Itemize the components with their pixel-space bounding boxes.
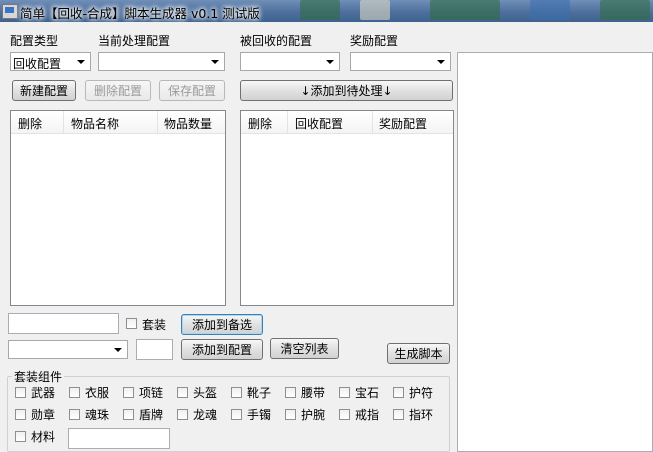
checkbox-label-dragon-soul: 龙魂 <box>193 408 218 422</box>
checkbox-label-belt: 腰带 <box>301 386 326 400</box>
checkbox-label-shield: 盾牌 <box>139 408 164 422</box>
background-decoration <box>530 0 570 20</box>
pending-list[interactable]: 删除 回收配置 奖励配置 <box>240 110 454 306</box>
column-header-item-quantity[interactable]: 物品数量 <box>164 115 212 132</box>
add-to-config-button[interactable]: 添加到配置 <box>181 339 263 360</box>
column-header-delete[interactable]: 删除 <box>248 115 272 132</box>
checkbox-medal[interactable] <box>15 409 26 420</box>
chevron-down-icon <box>114 348 122 352</box>
set-checkbox-label: 套装 <box>142 318 167 332</box>
set-checkbox[interactable] <box>126 318 137 329</box>
column-divider <box>63 111 64 133</box>
checkbox-finger-ring[interactable] <box>393 409 404 420</box>
background-decoration <box>430 0 500 20</box>
new-config-button[interactable]: 新建配置 <box>12 80 76 101</box>
config-type-select[interactable]: 回收配置 <box>10 52 91 71</box>
checkbox-label-amulet: 护符 <box>409 386 434 400</box>
chevron-down-icon <box>326 60 334 64</box>
column-header-recycle-config[interactable]: 回收配置 <box>295 115 343 132</box>
checkbox-amulet[interactable] <box>393 387 404 398</box>
checkbox-helmet[interactable] <box>177 387 188 398</box>
checkbox-label-weapon: 武器 <box>31 386 56 400</box>
quantity-input[interactable] <box>136 339 173 360</box>
chevron-down-icon <box>437 60 445 64</box>
checkbox-bracer[interactable] <box>285 409 296 420</box>
checkbox-label-ring: 戒指 <box>355 408 380 422</box>
checkbox-label-boots: 靴子 <box>247 386 272 400</box>
item-list[interactable]: 删除 物品名称 物品数量 <box>10 110 226 306</box>
checkbox-shield[interactable] <box>123 409 134 420</box>
checkbox-belt[interactable] <box>285 387 296 398</box>
checkbox-label-soul-bead: 魂珠 <box>85 408 110 422</box>
checkbox-material[interactable] <box>15 431 26 442</box>
chevron-down-icon <box>211 60 219 64</box>
pending-list-header: 删除 回收配置 奖励配置 <box>241 111 453 134</box>
recycled-config-label: 被回收的配置 <box>240 34 313 48</box>
script-output[interactable] <box>457 52 653 452</box>
generate-script-button[interactable]: 生成脚本 <box>387 343 450 364</box>
item-list-header: 删除 物品名称 物品数量 <box>11 111 225 134</box>
checkbox-gem[interactable] <box>339 387 350 398</box>
checkbox-dragon-soul[interactable] <box>177 409 188 420</box>
background-decoration <box>360 0 390 20</box>
checkbox-label-material: 材料 <box>31 430 56 444</box>
checkbox-label-helmet: 头盔 <box>193 386 218 400</box>
checkbox-weapon[interactable] <box>15 387 26 398</box>
reward-config-label: 奖励配置 <box>350 34 399 48</box>
item-name-input[interactable] <box>8 313 119 334</box>
window-title: 简单【回收-合成】脚本生成器 v0.1 测试版 <box>20 6 260 21</box>
checkbox-clothes[interactable] <box>69 387 80 398</box>
checkbox-label-medal: 勋章 <box>31 408 56 422</box>
checkbox-label-bracelet: 手镯 <box>247 408 272 422</box>
save-config-button[interactable]: 保存配置 <box>159 80 225 101</box>
recycled-config-select[interactable] <box>240 52 340 71</box>
clear-list-button[interactable]: 清空列表 <box>270 338 339 359</box>
delete-config-button[interactable]: 删除配置 <box>85 80 151 101</box>
checkbox-ring[interactable] <box>339 409 350 420</box>
column-header-item-name[interactable]: 物品名称 <box>71 115 119 132</box>
column-divider <box>287 111 288 133</box>
set-components-title: 套装组件 <box>12 368 65 385</box>
checkbox-bracelet[interactable] <box>231 409 242 420</box>
config-type-value: 回收配置 <box>13 57 62 71</box>
column-header-delete[interactable]: 删除 <box>18 115 42 132</box>
material-input[interactable] <box>68 428 170 449</box>
checkbox-label-bracer: 护腕 <box>301 408 326 422</box>
checkbox-label-necklace: 项链 <box>139 386 164 400</box>
checkbox-necklace[interactable] <box>123 387 134 398</box>
reward-config-select[interactable] <box>350 52 451 71</box>
checkbox-soul-bead[interactable] <box>69 409 80 420</box>
background-decoration <box>600 0 650 20</box>
add-to-pending-button[interactable]: ↓添加到待处理↓ <box>240 80 453 101</box>
column-header-reward-config[interactable]: 奖励配置 <box>379 115 427 132</box>
add-to-candidates-button[interactable]: 添加到备选 <box>181 314 263 335</box>
column-divider <box>157 111 158 133</box>
current-config-select[interactable] <box>98 52 225 71</box>
checkbox-label-finger-ring: 指环 <box>409 408 434 422</box>
checkbox-boots[interactable] <box>231 387 242 398</box>
chevron-down-icon <box>77 60 85 64</box>
config-type-label: 配置类型 <box>10 34 59 48</box>
item-select[interactable] <box>8 340 128 359</box>
background-decoration <box>300 0 340 20</box>
current-config-label: 当前处理配置 <box>98 34 171 48</box>
app-icon <box>2 4 18 19</box>
column-divider <box>372 111 373 133</box>
checkbox-label-clothes: 衣服 <box>85 386 110 400</box>
checkbox-label-gem: 宝石 <box>355 386 380 400</box>
